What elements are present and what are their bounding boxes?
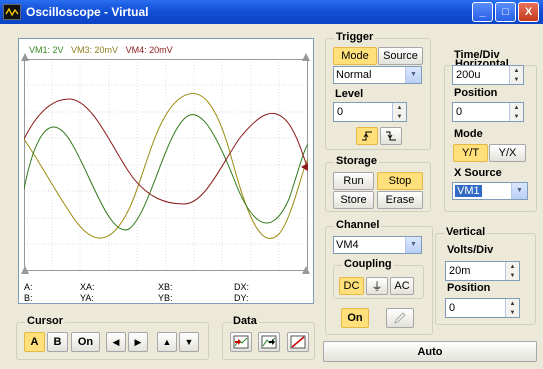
- rising-edge-icon: [362, 131, 372, 141]
- title-bar: Oscilloscope - Virtual _ □ X: [0, 0, 543, 24]
- trigger-mode-select[interactable]: Normal ▼: [333, 66, 422, 84]
- cursor-b-top-icon[interactable]: [302, 53, 310, 61]
- pencil-icon: [394, 312, 406, 324]
- coupling-dc-button[interactable]: DC: [339, 277, 364, 295]
- horizontal-position-spinner[interactable]: 0 ▲ ▼: [452, 102, 524, 122]
- trigger-mode-value: Normal: [336, 69, 372, 81]
- timediv-value: 200u: [456, 69, 481, 81]
- vertical-position-value: 0: [449, 302, 456, 314]
- spin-down-icon[interactable]: ▼: [510, 75, 523, 84]
- chevron-down-icon[interactable]: ▼: [511, 183, 527, 199]
- xsource-label: X Source: [454, 167, 502, 179]
- cursor-right-button[interactable]: ▶: [128, 332, 148, 352]
- trigger-falling-edge-button[interactable]: [380, 127, 402, 145]
- voltsdiv-value: 20m: [449, 265, 471, 277]
- channel-select[interactable]: VM4 ▼: [333, 236, 422, 254]
- legend-vm1: VM1: 2V: [29, 45, 64, 55]
- export-chart-icon: [290, 335, 306, 349]
- maximize-button[interactable]: □: [495, 2, 516, 22]
- horizontal-position-value: 0: [456, 106, 463, 118]
- mode-yt-button[interactable]: Y/T: [453, 144, 488, 162]
- vertical-position-label: Position: [447, 282, 491, 294]
- minimize-button[interactable]: _: [472, 2, 493, 22]
- legend-vm3: VM3: 20mV: [71, 45, 119, 55]
- spin-down-icon[interactable]: ▼: [506, 271, 519, 280]
- cursor-left-button[interactable]: ◀: [106, 332, 126, 352]
- storage-erase-button[interactable]: Erase: [377, 191, 423, 209]
- cursor-on-button[interactable]: On: [71, 332, 100, 352]
- cursor-b-button[interactable]: B: [47, 332, 68, 352]
- voltsdiv-spinner[interactable]: 20m ▲ ▼: [445, 261, 520, 281]
- trigger-mode-button[interactable]: Mode: [333, 47, 377, 65]
- storage-stop-button[interactable]: Stop: [377, 172, 423, 190]
- cursor-up-button[interactable]: ▲: [157, 332, 177, 352]
- chevron-down-icon[interactable]: ▼: [405, 67, 421, 83]
- channel-value: VM4: [336, 239, 359, 251]
- readout-yb: YB:: [158, 293, 173, 303]
- mode-yx-button[interactable]: Y/X: [489, 144, 526, 162]
- app-icon: [3, 4, 21, 20]
- trigger-level-label: Level: [335, 88, 364, 100]
- trigger-rising-edge-button[interactable]: [356, 127, 378, 145]
- vertical-position-spinner[interactable]: 0 ▲ ▼: [445, 298, 520, 318]
- load-data-icon: [233, 335, 249, 349]
- data-title: Data: [231, 315, 259, 327]
- data-save-button[interactable]: [258, 332, 280, 352]
- coupling-title: Coupling: [342, 258, 394, 270]
- storage-store-button[interactable]: Store: [333, 191, 374, 209]
- cursor-a-bottom-icon[interactable]: [21, 266, 29, 274]
- trigger-level-value: 0: [337, 106, 344, 118]
- data-load-button[interactable]: [230, 332, 252, 352]
- scope-legend: VM1: 2V VM3: 20mV VM4: 20mV: [29, 45, 173, 55]
- storage-title: Storage: [334, 155, 379, 167]
- spin-down-icon[interactable]: ▼: [506, 308, 519, 317]
- horizontal-position-label: Position: [454, 87, 498, 99]
- readout-a: A:: [24, 282, 33, 292]
- xsource-select[interactable]: VM1 ▼: [452, 182, 528, 200]
- readout-xb: XB:: [158, 282, 173, 292]
- legend-vm4: VM4: 20mV: [125, 45, 173, 55]
- cursor-a-top-icon[interactable]: [21, 53, 29, 61]
- readout-dy: DY:: [234, 293, 249, 303]
- save-data-icon: [261, 335, 277, 349]
- spin-down-icon[interactable]: ▼: [393, 112, 406, 121]
- vertical-title: Vertical: [444, 226, 488, 238]
- coupling-ac-button[interactable]: AC: [390, 277, 414, 295]
- scope-grid[interactable]: [24, 59, 308, 271]
- storage-run-button[interactable]: Run: [333, 172, 374, 190]
- voltsdiv-label: Volts/Div: [447, 244, 494, 256]
- spin-down-icon[interactable]: ▼: [510, 112, 523, 121]
- readout-xa: XA:: [80, 282, 95, 292]
- channel-on-button[interactable]: On: [341, 308, 369, 328]
- timediv-spinner[interactable]: 200u ▲ ▼: [452, 65, 524, 85]
- falling-edge-icon: [386, 131, 396, 141]
- trigger-level-spinner[interactable]: 0 ▲ ▼: [333, 102, 407, 122]
- chevron-down-icon[interactable]: ▼: [405, 237, 421, 253]
- horizontal-mode-label: Mode: [454, 128, 483, 140]
- channel-color-button[interactable]: [386, 308, 414, 328]
- auto-button[interactable]: Auto: [323, 341, 537, 362]
- xsource-value: VM1: [455, 185, 482, 197]
- timediv-label: Time/Div: [454, 49, 500, 61]
- cursor-title: Cursor: [25, 315, 66, 327]
- cursor-down-button[interactable]: ▼: [179, 332, 199, 352]
- data-export-button[interactable]: [287, 332, 309, 352]
- cursor-b-marker: [301, 163, 308, 171]
- scope-display[interactable]: VM1: 2V VM3: 20mV VM4: 20mV A: XA: XB: D…: [18, 38, 314, 304]
- readout-ya: YA:: [80, 293, 94, 303]
- close-button[interactable]: X: [518, 2, 539, 22]
- readout-dx: DX:: [234, 282, 250, 292]
- readout-b: B:: [24, 293, 33, 303]
- cursor-a-button[interactable]: A: [24, 332, 45, 352]
- trigger-source-button[interactable]: Source: [378, 47, 423, 65]
- window-title: Oscilloscope - Virtual: [26, 5, 149, 19]
- cursor-b-bottom-icon[interactable]: [302, 266, 310, 274]
- trigger-title: Trigger: [334, 31, 376, 43]
- coupling-gnd-button[interactable]: ⏚: [366, 277, 388, 295]
- channel-title: Channel: [334, 219, 382, 231]
